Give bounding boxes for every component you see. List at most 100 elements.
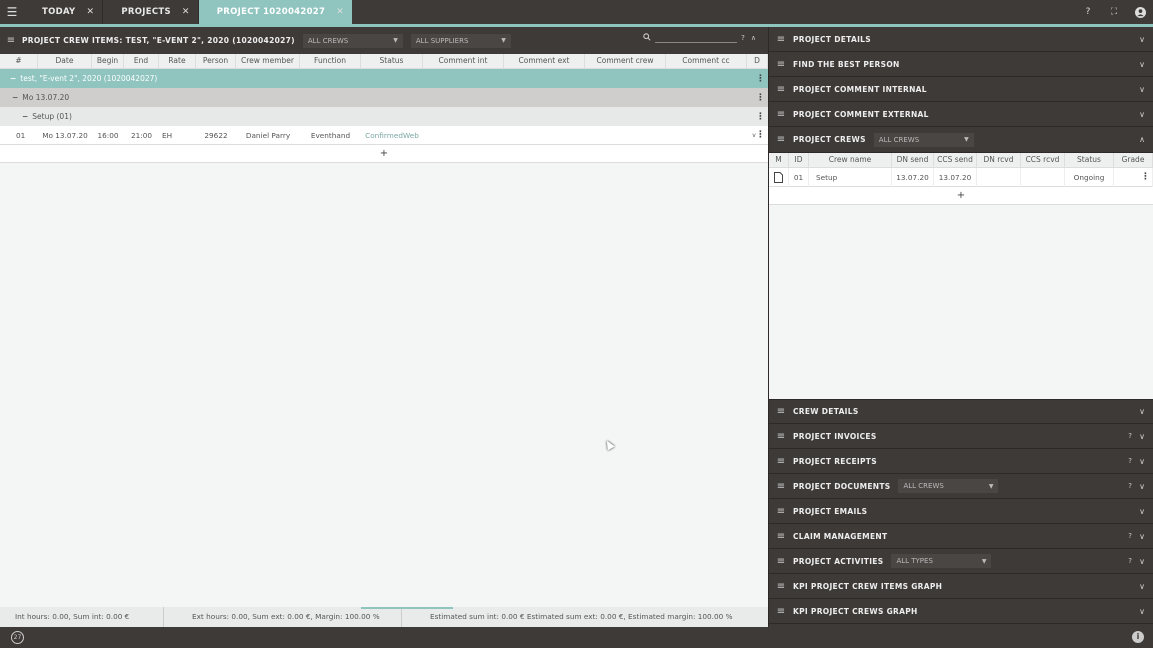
documents-filter-select[interactable]: ALL CREWS ▼ bbox=[898, 479, 999, 493]
column-header[interactable]: Crew name bbox=[809, 153, 892, 167]
section-project-details[interactable]: ≡ PROJECT DETAILS ∨ bbox=[769, 27, 1153, 52]
column-header[interactable]: Comment ext bbox=[504, 53, 585, 69]
chevron-up-icon[interactable]: ∧ bbox=[1139, 135, 1145, 144]
close-icon[interactable]: ✕ bbox=[87, 7, 95, 17]
group-row-date[interactable]: − Mo 13.07.20 ⋮ bbox=[0, 88, 768, 107]
help-icon[interactable]: ? bbox=[1128, 482, 1132, 490]
column-header[interactable]: D bbox=[747, 53, 768, 69]
crew-filter-select[interactable]: ALL CREWS ▼ bbox=[302, 33, 403, 48]
chevron-down-icon[interactable]: ∨ bbox=[1139, 407, 1145, 416]
collapse-icon[interactable]: − bbox=[10, 74, 16, 83]
drag-handle-icon[interactable]: ≡ bbox=[769, 506, 793, 517]
section-comment-internal[interactable]: ≡ PROJECT COMMENT INTERNAL ∨ bbox=[769, 77, 1153, 102]
tab-projects[interactable]: PROJECTS ✕ bbox=[103, 0, 199, 24]
column-header[interactable]: Person bbox=[196, 53, 236, 69]
more-options-icon[interactable]: ⋮ bbox=[1141, 172, 1150, 182]
column-header[interactable]: Crew member bbox=[236, 53, 300, 69]
chevron-down-icon[interactable]: ∨ bbox=[1139, 607, 1145, 616]
column-header[interactable]: Grade bbox=[1114, 153, 1153, 167]
collapse-icon[interactable]: − bbox=[12, 93, 18, 102]
collapse-icon[interactable]: − bbox=[22, 112, 28, 121]
fullscreen-icon[interactable]: ⛶ bbox=[1101, 0, 1127, 24]
drag-handle-icon[interactable]: ≡ bbox=[769, 34, 793, 45]
section-project-emails[interactable]: ≡ PROJECT EMAILS ∨ bbox=[769, 499, 1153, 524]
more-options-icon[interactable]: ⋮ bbox=[756, 112, 765, 122]
help-icon[interactable]: ? bbox=[1075, 0, 1101, 24]
chevron-down-icon[interactable]: ∨ bbox=[1139, 85, 1145, 94]
user-icon[interactable] bbox=[1127, 0, 1153, 24]
column-header[interactable]: Rate bbox=[159, 53, 196, 69]
help-icon[interactable]: ? bbox=[1128, 557, 1132, 565]
drag-handle-icon[interactable]: ≡ bbox=[0, 35, 22, 46]
search-icon[interactable] bbox=[643, 33, 651, 43]
tab-project-detail[interactable]: PROJECT 1020042027 ✕ bbox=[198, 0, 353, 24]
group-row-crew[interactable]: − Setup (01) ⋮ bbox=[0, 107, 768, 126]
column-header[interactable]: Function bbox=[300, 53, 361, 69]
section-comment-external[interactable]: ≡ PROJECT COMMENT EXTERNAL ∨ bbox=[769, 102, 1153, 127]
supplier-filter-select[interactable]: ALL SUPPLIERS ▼ bbox=[410, 33, 511, 48]
drag-handle-icon[interactable]: ≡ bbox=[769, 431, 793, 442]
column-header[interactable]: DN rcvd bbox=[977, 153, 1021, 167]
section-kpi-crew-items[interactable]: ≡ KPI PROJECT CREW ITEMS GRAPH ∨ bbox=[769, 574, 1153, 599]
column-header[interactable]: M bbox=[769, 153, 789, 167]
section-project-documents[interactable]: ≡ PROJECT DOCUMENTS ALL CREWS ▼ ? ∨ bbox=[769, 474, 1153, 499]
drag-handle-icon[interactable]: ≡ bbox=[769, 481, 793, 492]
drag-handle-icon[interactable]: ≡ bbox=[769, 456, 793, 467]
chevron-down-icon[interactable]: ∨ bbox=[1139, 60, 1145, 69]
drag-handle-icon[interactable]: ≡ bbox=[769, 84, 793, 95]
chevron-down-icon[interactable]: ∨ bbox=[1139, 582, 1145, 591]
drag-handle-icon[interactable]: ≡ bbox=[769, 109, 793, 120]
chevron-down-icon[interactable]: ∨ bbox=[1139, 557, 1145, 566]
drag-handle-icon[interactable]: ≡ bbox=[769, 531, 793, 542]
column-header[interactable]: ID bbox=[789, 153, 809, 167]
close-icon[interactable]: ✕ bbox=[182, 7, 190, 17]
more-options-icon[interactable]: ⋮ bbox=[756, 74, 765, 84]
drag-handle-icon[interactable]: ≡ bbox=[769, 606, 793, 617]
more-options-icon[interactable]: ⋮ bbox=[756, 130, 765, 140]
section-project-invoices[interactable]: ≡ PROJECT INVOICES ? ∨ bbox=[769, 424, 1153, 449]
section-project-crews[interactable]: ≡ PROJECT CREWS ALL CREWS ▼ ∧ bbox=[769, 127, 1153, 153]
column-header[interactable]: Status bbox=[361, 53, 423, 69]
chevron-down-icon[interactable]: ∨ bbox=[1139, 507, 1145, 516]
chevron-up-icon[interactable]: ∧ bbox=[751, 34, 756, 42]
chevron-down-icon[interactable]: ∨ bbox=[1139, 35, 1145, 44]
group-row-project[interactable]: − test, "E-vent 2", 2020 (1020042027) ⋮ bbox=[0, 69, 768, 88]
section-project-receipts[interactable]: ≡ PROJECT RECEIPTS ? ∨ bbox=[769, 449, 1153, 474]
horizontal-scrollbar[interactable] bbox=[361, 607, 453, 609]
info-icon[interactable]: i bbox=[1132, 631, 1144, 643]
section-claim-management[interactable]: ≡ CLAIM MANAGEMENT ? ∨ bbox=[769, 524, 1153, 549]
crews-filter-select[interactable]: ALL CREWS ▼ bbox=[873, 132, 974, 147]
section-project-activities[interactable]: ≡ PROJECT ACTIVITIES ALL TYPES ▼ ? ∨ bbox=[769, 549, 1153, 574]
drag-handle-icon[interactable]: ≡ bbox=[769, 134, 793, 145]
chevron-down-icon[interactable]: ∨ bbox=[1139, 532, 1145, 541]
drag-handle-icon[interactable]: ≡ bbox=[769, 556, 793, 567]
column-header[interactable]: CCS rcvd bbox=[1021, 153, 1065, 167]
drag-handle-icon[interactable]: ≡ bbox=[769, 406, 793, 417]
help-icon[interactable]: ? bbox=[1128, 532, 1132, 540]
section-kpi-crews[interactable]: ≡ KPI PROJECT CREWS GRAPH ∨ bbox=[769, 599, 1153, 624]
tab-today[interactable]: TODAY ✕ bbox=[24, 0, 104, 24]
chevron-down-icon[interactable]: ∨ bbox=[1139, 110, 1145, 119]
table-row[interactable]: 01 Mo 13.07.20 16:00 21:00 EH 29622 Dani… bbox=[0, 126, 768, 145]
column-header[interactable]: CCS send bbox=[934, 153, 977, 167]
document-icon[interactable] bbox=[769, 167, 789, 187]
close-icon[interactable]: ✕ bbox=[336, 7, 344, 17]
drag-handle-icon[interactable]: ≡ bbox=[769, 59, 793, 70]
column-header[interactable]: Comment crew bbox=[585, 53, 666, 69]
notification-badge[interactable]: 27 bbox=[11, 631, 24, 644]
chevron-down-icon[interactable]: ∨ bbox=[1139, 432, 1145, 441]
help-icon[interactable]: ? bbox=[741, 34, 745, 42]
column-header[interactable]: DN send bbox=[892, 153, 934, 167]
help-icon[interactable]: ? bbox=[1128, 432, 1132, 440]
column-header[interactable]: Date bbox=[38, 53, 92, 69]
more-options-icon[interactable]: ⋮ bbox=[756, 93, 765, 103]
table-row[interactable]: 01 Setup 13.07.20 13.07.20 Ongoing ⋮ bbox=[769, 167, 1153, 187]
section-crew-details[interactable]: ≡ CREW DETAILS ∨ bbox=[769, 399, 1153, 424]
hamburger-menu-icon[interactable]: ☰ bbox=[0, 0, 24, 24]
help-icon[interactable]: ? bbox=[1128, 457, 1132, 465]
chevron-down-icon[interactable]: ∨ bbox=[1139, 457, 1145, 466]
add-crew-button[interactable]: + bbox=[769, 187, 1153, 205]
column-header[interactable]: Status bbox=[1065, 153, 1114, 167]
search-input[interactable] bbox=[655, 34, 738, 43]
drag-handle-icon[interactable]: ≡ bbox=[769, 581, 793, 592]
